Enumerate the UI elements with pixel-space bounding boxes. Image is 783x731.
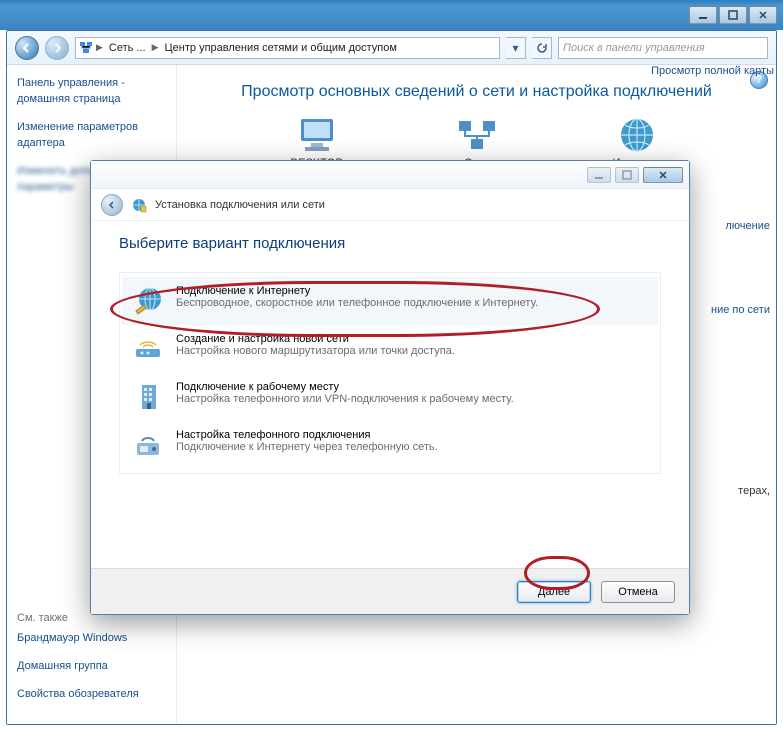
chevron-right-icon: ▶ [152,42,159,53]
router-icon [132,333,164,365]
see-also-browser[interactable]: Свойства обозревателя [17,686,177,702]
wizard-close-button[interactable] [643,167,683,183]
option-desc: Беспроводное, скоростное или телефонное … [176,297,538,309]
bg-text: терах, [738,485,770,497]
option-title: Подключение к Интернету [176,285,538,297]
option-title: Подключение к рабочему месту [176,381,514,393]
bg-text: лючение [725,220,770,232]
next-button[interactable]: Далее [517,581,591,603]
sidebar-link-home[interactable]: Панель управления - домашняя страница [17,75,166,107]
minimize-button[interactable] [689,6,717,24]
see-also-firewall[interactable]: Брандмауэр Windows [17,630,177,646]
breadcrumb-seg-2[interactable]: Центр управления сетями и общим доступом [161,42,401,54]
wizard-header: Установка подключения или сети [91,189,689,221]
globe-icon [613,115,661,155]
option-title: Создание и настройка новой сети [176,333,455,345]
nav-back-button[interactable] [15,36,39,60]
wizard-minimize-button [587,167,611,183]
option-desc: Настройка нового маршрутизатора или точк… [176,345,455,357]
outer-titlebar [0,0,783,30]
close-button[interactable] [749,6,777,24]
bg-text: ние по сети [711,304,770,316]
wizard-maximize-button [615,167,639,183]
refresh-button[interactable] [532,37,552,59]
see-also: См. также Брандмауэр Windows Домашняя гр… [17,612,177,714]
page-title: Просмотр основных сведений о сети и наст… [195,83,758,101]
option-workplace[interactable]: Подключение к рабочему месту Настройка т… [122,373,658,421]
nav-forward-button[interactable] [45,36,69,60]
option-desc: Настройка телефонного или VPN-подключени… [176,393,514,405]
sidebar-link-adapter[interactable]: Изменение параметров адаптера [17,119,166,151]
option-desc: Подключение к Интернету через телефонную… [176,441,438,453]
wizard-heading: Выберите вариант подключения [119,235,661,252]
view-full-map-link[interactable]: Просмотр полной карты [651,65,774,77]
wizard-titlebar [91,161,689,189]
wizard-title: Установка подключения или сети [155,199,325,211]
phone-modem-icon [132,429,164,461]
cancel-button[interactable]: Отмена [601,581,675,603]
wizard-icon [131,197,147,213]
wizard-footer: Далее Отмена [91,568,689,614]
breadcrumb-dropdown-button[interactable]: ▾ [506,37,526,59]
option-dialup[interactable]: Настройка телефонного подключения Подклю… [122,421,658,469]
chevron-right-icon: ▶ [96,42,103,53]
globe-icon [132,285,164,317]
breadcrumb-seg-1[interactable]: Сеть ... [105,42,150,54]
breadcrumb-bar[interactable]: ▶ Сеть ... ▶ Центр управления сетями и о… [75,37,500,59]
search-placeholder: Поиск в панели управления [563,42,705,54]
wizard-dialog: Установка подключения или сети Выберите … [90,160,690,615]
maximize-button[interactable] [719,6,747,24]
wizard-back-button[interactable] [101,194,123,216]
see-also-homegroup[interactable]: Домашняя группа [17,658,177,674]
search-input[interactable]: Поиск в панели управления [558,37,768,59]
option-new-network[interactable]: Создание и настройка новой сети Настройк… [122,325,658,373]
network-hub-icon [453,115,501,155]
address-bar: ▶ Сеть ... ▶ Центр управления сетями и о… [7,31,776,65]
option-title: Настройка телефонного подключения [176,429,438,441]
network-icon [78,40,94,56]
computer-icon [293,115,341,155]
building-icon [132,381,164,413]
option-internet[interactable]: Подключение к Интернету Беспроводное, ск… [122,277,658,325]
